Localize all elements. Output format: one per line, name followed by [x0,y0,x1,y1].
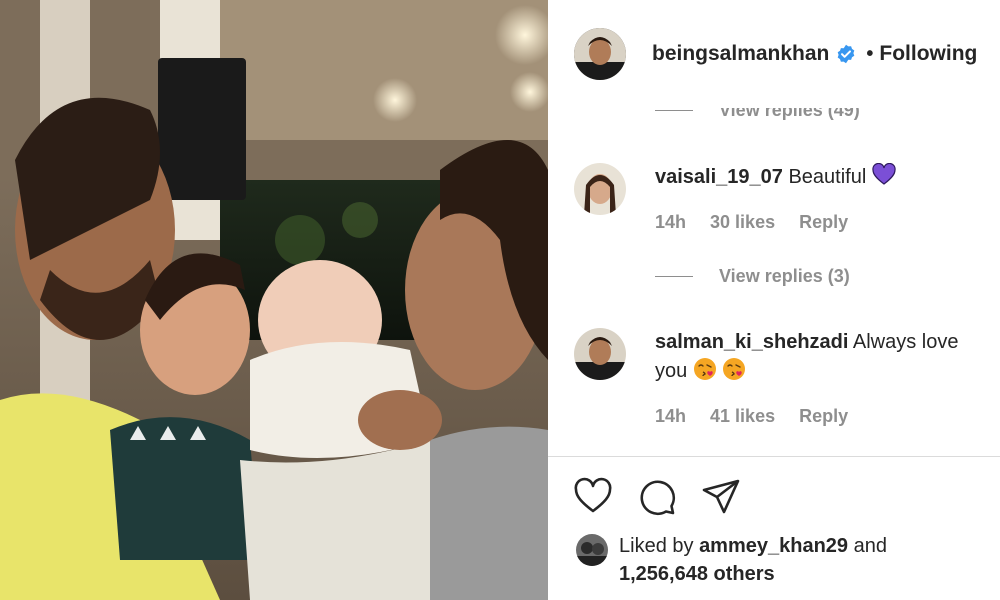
post-image [0,0,548,600]
heart-outline-icon [574,477,612,513]
following-button[interactable]: Following [879,42,977,66]
verified-badge-icon [838,44,855,64]
comment-likes[interactable]: 30 likes [710,212,775,233]
comment-bubble-icon [640,480,676,516]
likes-count[interactable]: 1,256,648 others [619,560,775,588]
liked-by-user[interactable]: ammey_khan29 [699,535,848,557]
comment-message: Beautiful [788,166,867,188]
post-sidebar: beingsalmankhan • Following View replies… [548,0,1000,600]
liked-by-prefix: Liked by [619,535,694,557]
view-replies-label: View replies (49) [719,108,860,120]
author-username[interactable]: beingsalmankhan [652,42,829,66]
comments-list[interactable]: View replies (49) vaisali_19_07 Beautifu… [548,108,1000,456]
post-actions [572,476,764,518]
comment-avatar-image [574,163,626,215]
comment-avatar[interactable] [574,163,626,215]
share-button[interactable] [700,476,742,518]
comment-meta: 14h 30 likes Reply [655,212,872,233]
comment-text: vaisali_19_07 Beautiful [655,163,985,192]
comment-avatar-image [574,328,626,380]
comment-avatar[interactable] [574,328,626,380]
comment-time: 14h [655,212,687,232]
reply-button[interactable]: Reply [799,212,848,233]
header-separator: • [866,42,874,65]
liked-by-connector: and [853,535,887,557]
reply-button[interactable]: Reply [799,406,848,427]
view-replies-top[interactable]: View replies (49) [655,108,860,121]
view-replies-label: View replies (3) [719,266,850,286]
like-button[interactable] [572,476,614,518]
face-blowing-kiss-emoji-icon [723,358,746,380]
liker-avatar-image [576,534,608,566]
comment-item: salman_ki_shehzadi Always love you 14h 4… [574,328,984,438]
comment-username[interactable]: vaisali_19_07 [655,166,783,188]
author-avatar-image [574,28,626,80]
comment-item: vaisali_19_07 Beautiful 14h 30 likes Rep… [574,163,984,313]
paper-plane-icon [702,479,740,514]
post-header: beingsalmankhan • Following [548,0,1000,108]
comment-meta: 14h 41 likes Reply [655,406,872,427]
author-avatar[interactable] [574,28,626,80]
face-blowing-kiss-emoji-icon [693,358,716,380]
comment-button[interactable] [636,476,678,518]
comment-likes[interactable]: 41 likes [710,406,775,427]
comment-text: salman_ki_shehzadi Always love you [655,328,985,386]
comment-time: 14h [655,406,687,426]
post-photo[interactable] [0,0,548,600]
view-replies-line [655,276,693,277]
comment-username[interactable]: salman_ki_shehzadi [655,331,848,353]
view-replies-line [655,110,693,111]
purple-heart-emoji-icon [872,163,896,185]
section-divider [548,456,1000,457]
liker-avatar[interactable] [576,534,608,566]
view-replies-row[interactable]: View replies (3) [655,266,850,287]
liked-by-line: Liked by ammey_khan29 and [619,532,887,560]
